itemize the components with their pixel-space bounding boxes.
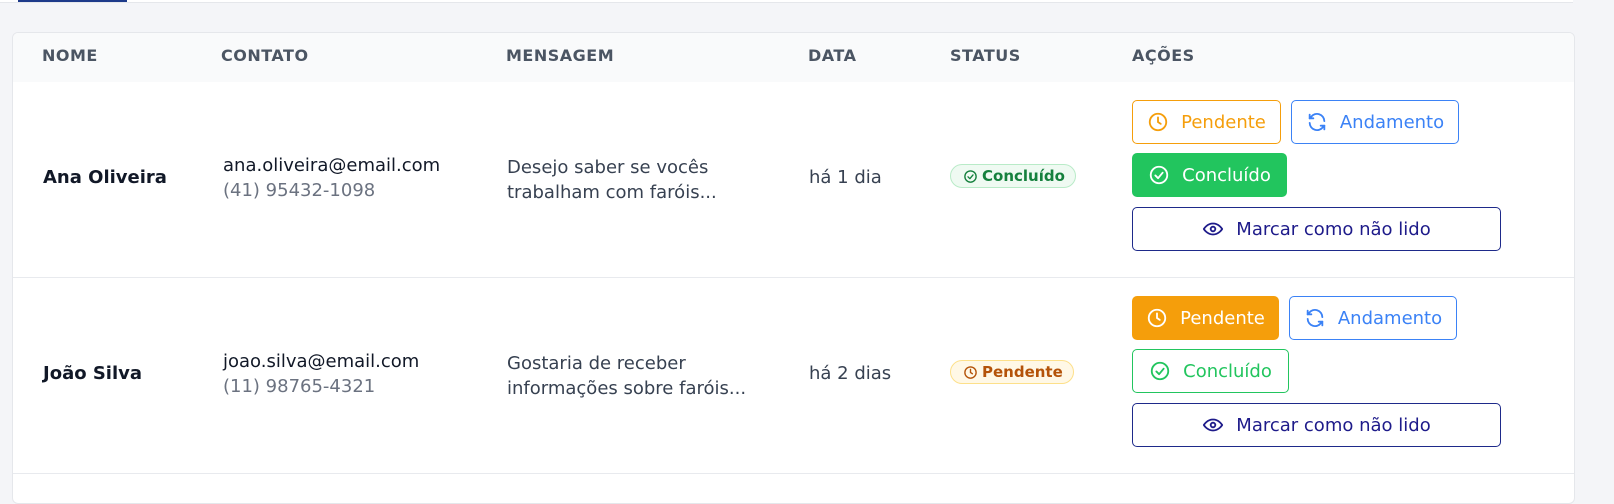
header-data: DATA: [808, 46, 857, 65]
clock-icon: [964, 365, 977, 379]
active-tab-indicator: [18, 0, 127, 2]
contact-email: joao.silva@email.com: [223, 351, 420, 372]
set-pendente-button[interactable]: Pendente: [1132, 100, 1281, 144]
set-pendente-label: Pendente: [1180, 307, 1265, 329]
status-badge-label: Pendente: [982, 363, 1063, 381]
table-row: João Silva joao.silva@email.com (11) 987…: [13, 278, 1574, 474]
messages-table: NOME CONTATO MENSAGEM DATA STATUS AÇÕES …: [12, 32, 1575, 504]
header-status: STATUS: [950, 46, 1021, 65]
eye-icon: [1203, 418, 1224, 432]
mark-unread-button[interactable]: Marcar como não lido: [1132, 403, 1501, 447]
header-nome: NOME: [42, 46, 98, 65]
status-badge: Pendente: [950, 360, 1074, 384]
set-pendente-label: Pendente: [1181, 111, 1266, 133]
message-preview: Desejo saber se vocês trabalham com faró…: [507, 157, 717, 203]
mark-unread-label: Marcar como não lido: [1236, 218, 1431, 240]
set-concluido-button[interactable]: Concluído: [1132, 349, 1289, 393]
message-date: há 2 dias: [809, 363, 892, 384]
mark-unread-label: Marcar como não lido: [1236, 414, 1431, 436]
set-concluido-label: Concluído: [1183, 360, 1272, 382]
contact-name: João Silva: [43, 363, 143, 384]
message-preview: Gostaria de receber informações sobre fa…: [507, 353, 747, 399]
table-header: NOME CONTATO MENSAGEM DATA STATUS AÇÕES: [13, 33, 1574, 83]
top-tabs-strip: [0, 0, 1573, 3]
set-concluido-button[interactable]: Concluído: [1132, 153, 1287, 197]
refresh-icon: [1306, 309, 1324, 327]
set-andamento-button[interactable]: Andamento: [1289, 296, 1457, 340]
set-andamento-label: Andamento: [1337, 307, 1443, 329]
contact-phone: (41) 95432-1098: [223, 180, 376, 201]
check-circle-icon: [964, 169, 977, 183]
set-andamento-button[interactable]: Andamento: [1291, 100, 1459, 144]
eye-icon: [1203, 222, 1224, 236]
header-mensagem: MENSAGEM: [506, 46, 615, 65]
check-circle-icon: [1150, 361, 1170, 381]
contact-email: ana.oliveira@email.com: [223, 155, 441, 176]
refresh-icon: [1308, 113, 1326, 131]
set-concluido-label: Concluído: [1182, 164, 1271, 186]
contact-name: Ana Oliveira: [43, 167, 167, 188]
contact-phone: (11) 98765-4321: [223, 376, 376, 397]
mark-unread-button[interactable]: Marcar como não lido: [1132, 207, 1501, 251]
clock-icon: [1148, 112, 1168, 132]
message-date: há 1 dia: [809, 167, 882, 188]
check-circle-icon: [1149, 165, 1169, 185]
status-badge-label: Concluído: [982, 167, 1065, 185]
set-andamento-label: Andamento: [1339, 111, 1445, 133]
set-pendente-button[interactable]: Pendente: [1132, 296, 1279, 340]
clock-icon: [1147, 308, 1167, 328]
status-badge: Concluído: [950, 164, 1076, 188]
header-contato: CONTATO: [221, 46, 309, 65]
header-acoes: AÇÕES: [1132, 46, 1195, 65]
table-row: Ana Oliveira ana.oliveira@email.com (41)…: [13, 82, 1574, 278]
